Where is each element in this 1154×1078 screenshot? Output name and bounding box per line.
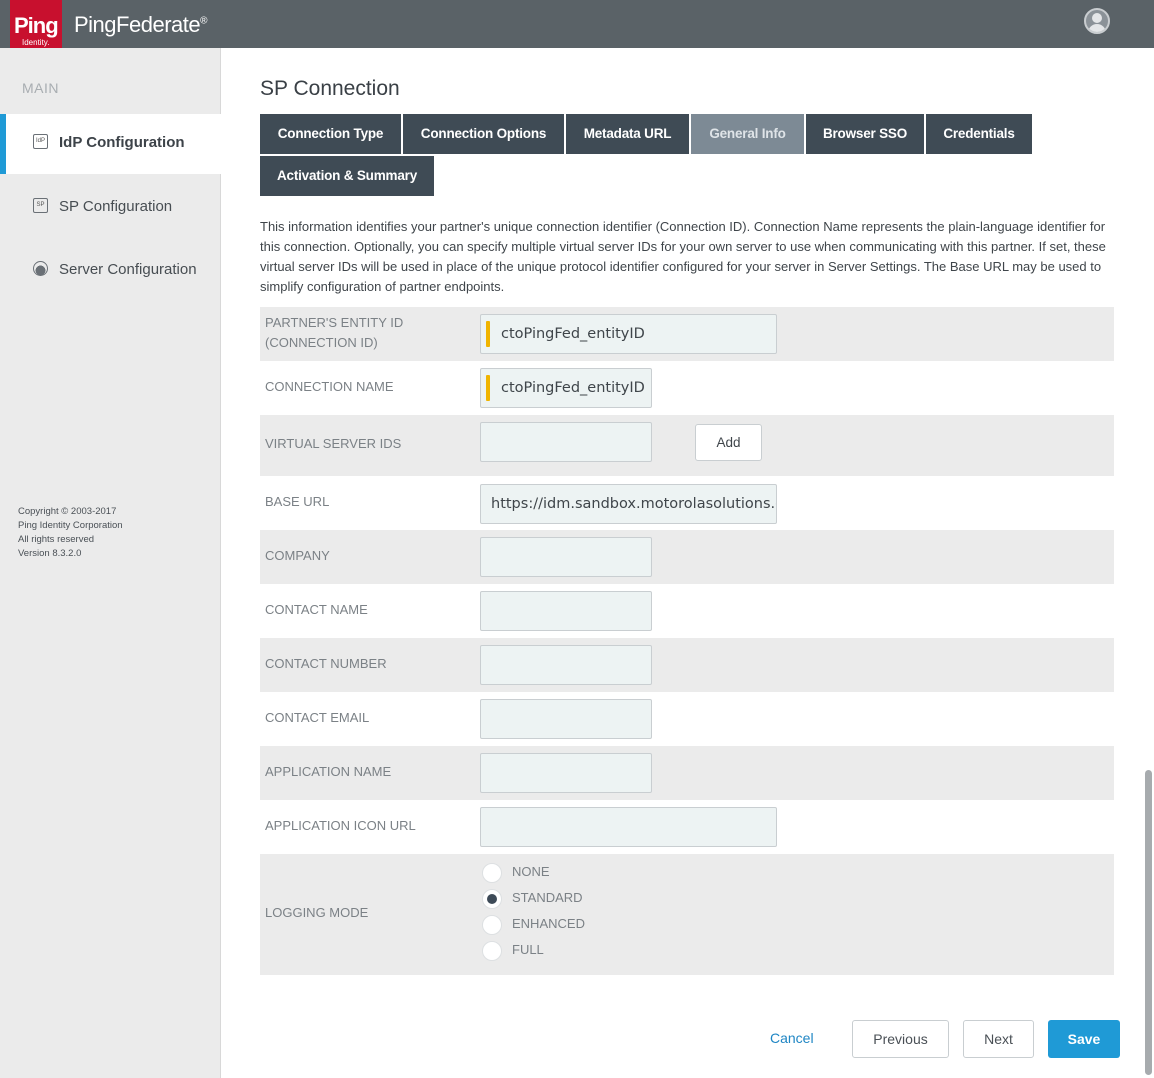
- sidebar-item-sp-configuration[interactable]: SP SP Configuration: [0, 178, 221, 238]
- row-base-url: Base URL https://idm.sandbox.motorolasol…: [260, 476, 1114, 530]
- sidebar-item-server-configuration[interactable]: Server Configuration: [0, 241, 221, 301]
- radio-button[interactable]: [482, 863, 502, 883]
- base-url-input[interactable]: https://idm.sandbox.motorolasolutions.co: [480, 484, 777, 524]
- entity-id-label: Partner's Entity ID (Connection ID): [265, 313, 403, 353]
- base-url-label: Base URL: [265, 494, 330, 509]
- radio-button[interactable]: [482, 915, 502, 935]
- contact-number-input[interactable]: [480, 645, 652, 685]
- tab-browser-sso[interactable]: Browser SSO: [806, 114, 924, 154]
- previous-button[interactable]: Previous: [852, 1020, 949, 1058]
- user-avatar-icon[interactable]: [1084, 8, 1110, 34]
- logging-mode-label: Logging Mode: [265, 905, 369, 920]
- row-application-name: Application Name: [260, 746, 1114, 800]
- row-contact-number: Contact Number: [260, 638, 1114, 692]
- entity-id-input[interactable]: ctoPingFed_entityID: [480, 314, 777, 354]
- sidebar-item-label: IdP Configuration: [59, 134, 185, 151]
- product-name-part2: Federate: [116, 12, 201, 37]
- contact-email-input[interactable]: [480, 699, 652, 739]
- application-icon-url-label: Application Icon URL: [265, 818, 416, 833]
- radio-label: STANDARD: [512, 890, 583, 905]
- required-marker: [486, 375, 490, 401]
- intro-text: This information identifies your partner…: [260, 219, 1106, 294]
- server-icon: [33, 261, 48, 276]
- contact-name-input[interactable]: [480, 591, 652, 631]
- tab-connection-options[interactable]: Connection Options: [403, 114, 564, 154]
- virtual-server-ids-label: Virtual Server IDs: [265, 436, 402, 451]
- cancel-button[interactable]: Cancel: [770, 1030, 814, 1046]
- row-contact-name: Contact Name: [260, 584, 1114, 638]
- row-virtual-server-ids: Virtual Server IDs Add: [260, 415, 1114, 476]
- product-mark: ®: [200, 15, 207, 27]
- contact-email-label: Contact Email: [265, 710, 370, 725]
- sidebar: MAIN IdP IdP Configuration SP SP Configu…: [0, 48, 221, 1078]
- ping-identity-logo[interactable]: Ping Identity.: [10, 0, 62, 52]
- row-connection-name: Connection Name ctoPingFed_entityID: [260, 361, 1114, 415]
- product-name-part1: Ping: [74, 12, 117, 37]
- company-input[interactable]: [480, 537, 652, 577]
- sidebar-item-label: Server Configuration: [59, 261, 197, 278]
- copyright-info: Copyright © 2003-2017 Ping Identity Corp…: [18, 505, 123, 561]
- company-line: Ping Identity Corporation: [18, 520, 123, 531]
- rights-line: All rights reserved: [18, 534, 95, 545]
- active-nav-pointer: [220, 114, 230, 174]
- logo-text: Ping: [14, 13, 59, 38]
- connection-name-label: Connection Name: [265, 379, 394, 394]
- radio-button-selected[interactable]: [482, 889, 502, 909]
- radio-label: ENHANCED: [512, 916, 585, 931]
- application-name-label: Application Name: [265, 764, 392, 779]
- entity-id-label-line2: (Connection ID): [265, 335, 378, 350]
- add-virtual-server-id-button[interactable]: Add: [695, 424, 762, 461]
- idp-icon: IdP: [33, 134, 48, 149]
- company-label: Company: [265, 548, 330, 563]
- application-icon-url-input[interactable]: [480, 807, 777, 847]
- version-line: Version 8.3.2.0: [18, 548, 82, 559]
- vertical-scrollbar[interactable]: [1145, 770, 1152, 1075]
- connection-name-input[interactable]: ctoPingFed_entityID: [480, 368, 652, 408]
- row-entity-id: Partner's Entity ID (Connection ID) ctoP…: [260, 307, 1114, 361]
- virtual-server-ids-input[interactable]: [480, 422, 652, 462]
- row-company: Company: [260, 530, 1114, 584]
- tab-general-info[interactable]: General Info: [691, 114, 804, 154]
- copyright-line: Copyright © 2003-2017: [18, 506, 117, 517]
- sidebar-item-idp-configuration[interactable]: IdP IdP Configuration: [0, 114, 221, 174]
- connection-name-value: ctoPingFed_entityID: [501, 380, 645, 396]
- sidebar-section-label: MAIN: [22, 80, 59, 96]
- radio-button[interactable]: [482, 941, 502, 961]
- required-marker: [486, 321, 490, 347]
- entity-id-label-line1: Partner's Entity ID: [265, 315, 404, 330]
- radio-label: NONE: [512, 864, 550, 879]
- radio-label: FULL: [512, 942, 544, 957]
- contact-number-label: Contact Number: [265, 656, 387, 671]
- logo-subtext: Identity.: [22, 38, 50, 47]
- page-title: SP Connection: [260, 77, 400, 100]
- tab-credentials[interactable]: Credentials: [926, 114, 1032, 154]
- contact-name-label: Contact Name: [265, 602, 368, 617]
- row-application-icon-url: Application Icon URL: [260, 800, 1114, 854]
- row-logging-mode: Logging Mode NONE STANDARD ENHANCED FULL: [260, 854, 1114, 975]
- tab-connection-type[interactable]: Connection Type: [260, 114, 401, 154]
- top-header: Ping Identity. PingFederate®: [0, 0, 1154, 52]
- tab-activation-summary[interactable]: Activation & Summary: [260, 156, 434, 196]
- application-name-input[interactable]: [480, 753, 652, 793]
- next-button[interactable]: Next: [963, 1020, 1034, 1058]
- entity-id-value: ctoPingFed_entityID: [501, 326, 645, 342]
- sidebar-item-label: SP Configuration: [59, 198, 173, 215]
- sp-icon: SP: [33, 198, 48, 213]
- product-name: PingFederate®: [74, 12, 207, 38]
- tab-metadata-url[interactable]: Metadata URL: [566, 114, 689, 154]
- save-button[interactable]: Save: [1048, 1020, 1120, 1058]
- row-contact-email: Contact Email: [260, 692, 1114, 746]
